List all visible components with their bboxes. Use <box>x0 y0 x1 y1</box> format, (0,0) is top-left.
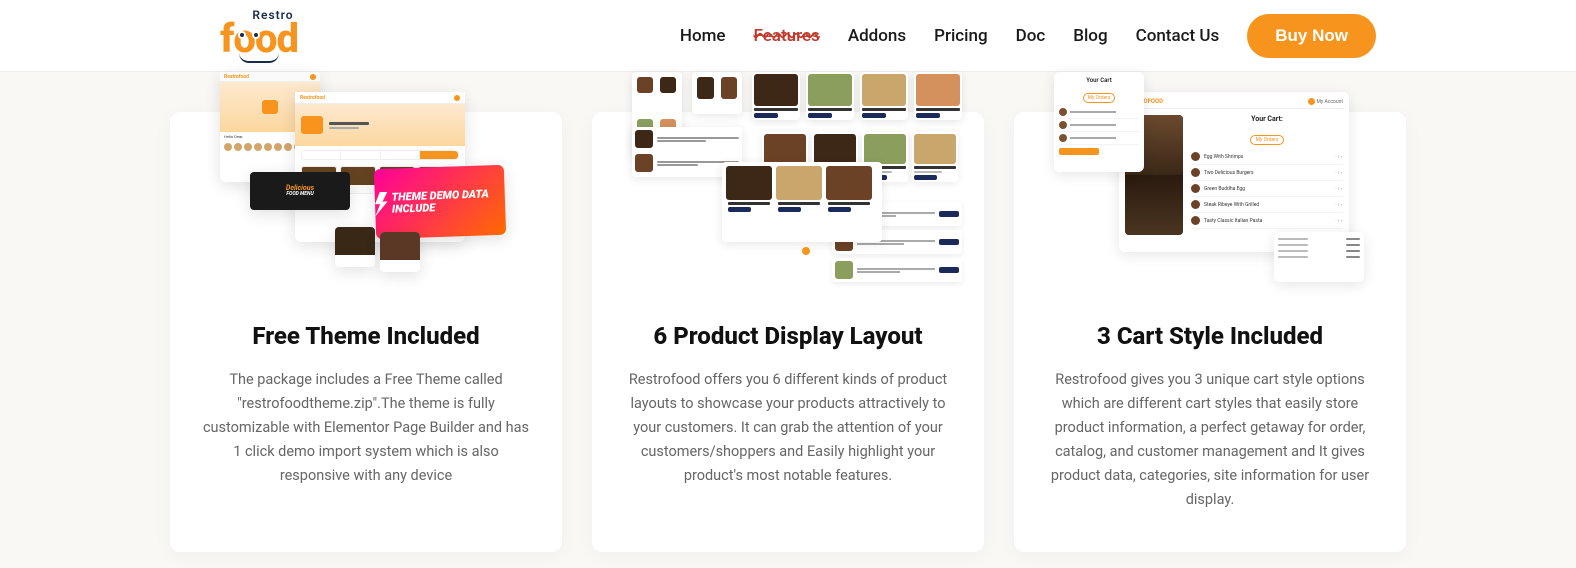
logo-main-text: food <box>220 19 298 59</box>
nav-doc[interactable]: Doc <box>1016 26 1046 46</box>
main-nav: Home Features Addons Pricing Doc Blog Co… <box>680 14 1376 58</box>
card-description: Restrofood offers you 6 different kinds … <box>622 368 954 488</box>
nav-contact[interactable]: Contact Us <box>1136 26 1220 46</box>
card-illustration-cart: Your Cart My Orders RESTROFOODMy Account… <box>1024 72 1396 282</box>
card-title: 6 Product Display Layout <box>622 322 954 350</box>
nav-features[interactable]: Features <box>754 26 820 46</box>
nav-pricing[interactable]: Pricing <box>934 26 988 46</box>
buy-now-button[interactable]: Buy Now <box>1247 14 1376 58</box>
header: Restro food Home Features Addons Pricing… <box>0 0 1576 72</box>
card-illustration-layouts <box>602 72 974 282</box>
card-product-layout: 6 Product Display Layout Restrofood offe… <box>592 112 984 552</box>
nav-addons[interactable]: Addons <box>848 26 906 46</box>
nav-home[interactable]: Home <box>680 26 726 46</box>
card-description: Restrofood gives you 3 unique cart style… <box>1044 368 1376 512</box>
card-title: 3 Cart Style Included <box>1044 322 1376 350</box>
card-description: The package includes a Free Theme called… <box>200 368 532 488</box>
card-cart-style: Your Cart My Orders RESTROFOODMy Account… <box>1014 112 1406 552</box>
lightning-icon <box>375 192 388 216</box>
logo[interactable]: Restro food <box>220 9 298 63</box>
nav-blog[interactable]: Blog <box>1073 26 1107 46</box>
card-illustration-theme: Restrofood Hello Dear, Restrofood Delici… <box>180 72 552 282</box>
card-free-theme: Restrofood Hello Dear, Restrofood Delici… <box>170 112 562 552</box>
card-title: Free Theme Included <box>200 322 532 350</box>
feature-cards-row: Restrofood Hello Dear, Restrofood Delici… <box>0 72 1576 552</box>
